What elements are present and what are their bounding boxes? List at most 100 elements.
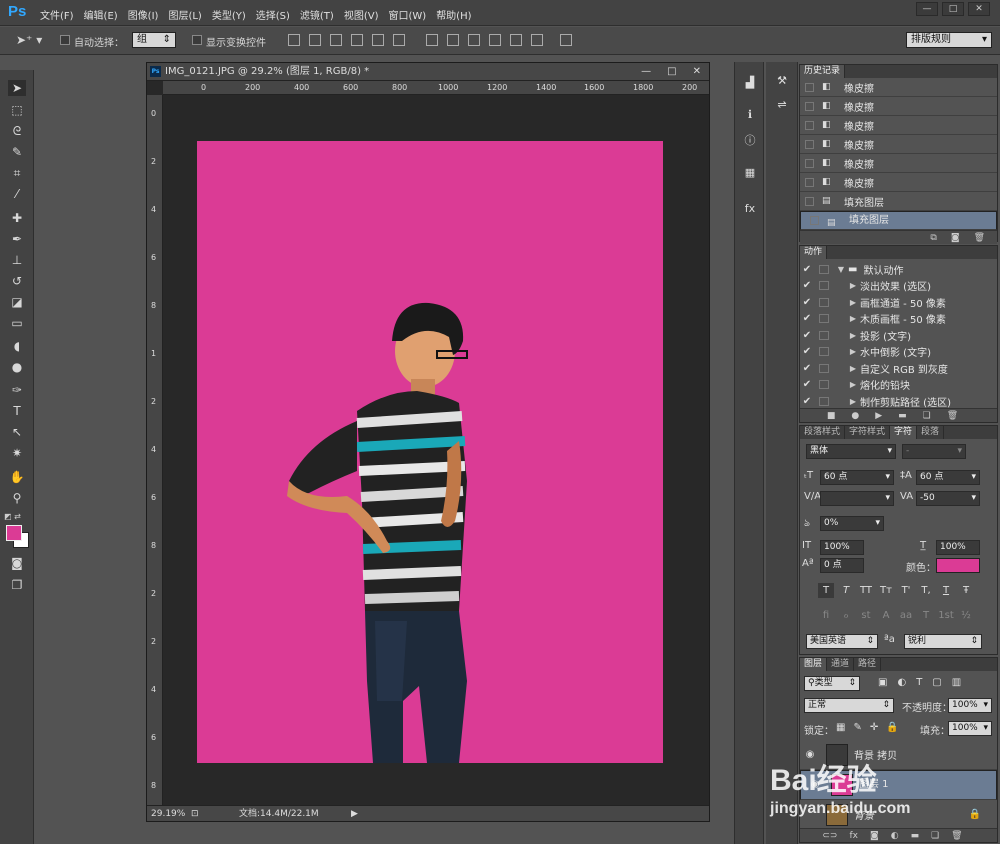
dialog-toggle[interactable] xyxy=(819,264,829,274)
history-item[interactable]: ◧ 橡皮擦 xyxy=(800,78,997,97)
lock-all-icon[interactable]: 🔒 xyxy=(886,722,898,733)
info-panel-icon[interactable]: ℹ xyxy=(742,108,758,122)
strikethrough-button[interactable]: Ŧ xyxy=(958,583,974,598)
dialog-toggle[interactable] xyxy=(819,314,829,324)
all-caps-button[interactable]: TT xyxy=(858,583,874,598)
move-tool-icon[interactable]: ➤ xyxy=(8,80,26,96)
shape-filter-icon[interactable]: ▢ xyxy=(932,677,941,688)
check-icon[interactable]: ✔ xyxy=(800,264,814,275)
dodge-tool-icon[interactable]: ● xyxy=(8,359,26,375)
action-item[interactable]: ✔ ▶ 画框通道 - 50 像素 xyxy=(800,294,997,311)
new-action-icon[interactable]: ❏ xyxy=(923,411,931,421)
auto-align-icon[interactable] xyxy=(560,34,572,46)
menu-view[interactable]: 视图(V) xyxy=(344,7,379,22)
lasso-tool-icon[interactable]: ᘓ xyxy=(8,123,26,139)
vertical-scale-field[interactable]: 100% xyxy=(820,540,864,555)
brush-presets-icon[interactable]: ⚒ xyxy=(774,74,790,88)
distribute-bottom-icon[interactable] xyxy=(468,34,480,46)
horizontal-scale-field[interactable]: 100% xyxy=(936,540,980,555)
menu-window[interactable]: 窗口(W) xyxy=(388,7,426,22)
auto-select-checkbox[interactable] xyxy=(60,35,70,48)
action-item[interactable]: ✔ ▶ 熔化的铅块 xyxy=(800,377,997,394)
dialog-toggle[interactable] xyxy=(819,297,829,307)
adjustment-layer-icon[interactable]: ◐ xyxy=(891,831,899,841)
swash-button[interactable]: A xyxy=(878,608,894,623)
custom-shape-tool-icon[interactable]: ✷ xyxy=(8,445,26,461)
check-icon[interactable]: ✔ xyxy=(800,363,814,374)
document-tab[interactable]: Ps IMG_0121.JPG @ 29.2% (图层 1, RGB/8) * … xyxy=(147,63,709,81)
new-group-icon[interactable]: ▬ xyxy=(911,831,920,841)
dialog-toggle[interactable] xyxy=(819,281,829,291)
language-dropdown[interactable]: 美国英语 ⇕ xyxy=(806,634,878,649)
history-brush-tool-icon[interactable]: ↺ xyxy=(8,273,26,289)
layer-filter-dropdown[interactable]: ⚲类型 ⇕ xyxy=(804,676,860,691)
collapsed-triangle-icon[interactable]: ▶ xyxy=(846,397,860,406)
ligatures-button[interactable]: fi xyxy=(818,608,834,623)
play-icon[interactable]: ▶ xyxy=(875,411,882,421)
align-vcenter-icon[interactable] xyxy=(309,34,321,46)
check-icon[interactable]: ✔ xyxy=(800,346,814,357)
action-item[interactable]: ✔ ▶ 投影 (文字) xyxy=(800,327,997,344)
image-canvas[interactable] xyxy=(197,141,663,763)
check-icon[interactable]: ✔ xyxy=(800,297,814,308)
discretionary-ligatures-button[interactable]: st xyxy=(858,608,874,623)
doc-close-button[interactable]: ✕ xyxy=(693,63,701,81)
zoom-level[interactable]: 29.19% xyxy=(151,806,185,822)
trash-icon[interactable]: 🗑 xyxy=(947,411,958,421)
dialog-toggle[interactable] xyxy=(819,363,829,373)
zoom-tool-icon[interactable]: ⚲ xyxy=(8,490,26,506)
minimize-button[interactable]: — xyxy=(916,2,938,16)
status-menu-arrow-icon[interactable]: ▶ xyxy=(351,806,358,822)
distribute-top-icon[interactable] xyxy=(426,34,438,46)
screen-mode-icon[interactable]: ❐ xyxy=(8,577,26,593)
action-item[interactable]: ✔ ▶ 水中倒影 (文字) xyxy=(800,344,997,361)
navigator-icon[interactable]: ⓘ xyxy=(742,132,758,147)
history-item-selected[interactable]: ▤ 填充图层 xyxy=(800,211,997,230)
maximize-button[interactable]: □ xyxy=(942,2,964,16)
font-family-dropdown[interactable]: 黑体 ▾ xyxy=(806,444,896,459)
auto-select-dropdown[interactable]: 组 ⇕ xyxy=(132,32,176,48)
baseline-shift-field[interactable]: 0 点 xyxy=(820,558,864,573)
align-hcenter-icon[interactable] xyxy=(372,34,384,46)
menu-file[interactable]: 文件(F) xyxy=(40,7,74,22)
opacity-field[interactable]: 100% ▾ xyxy=(948,698,992,713)
healing-brush-tool-icon[interactable]: ✚ xyxy=(8,210,26,226)
path-select-tool-icon[interactable]: ↖ xyxy=(8,424,26,440)
check-icon[interactable]: ✔ xyxy=(800,396,814,407)
doc-maximize-button[interactable]: □ xyxy=(667,63,676,81)
distribute-left-icon[interactable] xyxy=(489,34,501,46)
faux-bold-button[interactable]: T xyxy=(818,583,834,598)
status-preview-icon[interactable]: ⊡ xyxy=(191,806,199,822)
check-icon[interactable]: ✔ xyxy=(800,313,814,324)
blur-tool-icon[interactable]: ◖ xyxy=(8,338,26,354)
text-color-swatch[interactable] xyxy=(936,558,980,573)
pixel-filter-icon[interactable]: ▣ xyxy=(878,677,887,688)
small-caps-button[interactable]: Tт xyxy=(878,583,894,598)
workspace-dropdown[interactable]: 排版规则 ▾ xyxy=(906,32,992,48)
history-item[interactable]: ◧ 橡皮擦 xyxy=(800,135,997,154)
tab-paths[interactable]: 路径 xyxy=(854,658,882,671)
align-top-icon[interactable] xyxy=(288,34,300,46)
histogram-icon[interactable]: ▟ xyxy=(742,76,758,90)
tool-presets-icon[interactable]: ⇌ xyxy=(774,98,790,112)
close-button[interactable]: ✕ xyxy=(968,2,990,16)
menu-filter[interactable]: 滤镜(T) xyxy=(300,7,334,22)
smart-object-filter-icon[interactable]: ▥ xyxy=(952,677,961,688)
menu-image[interactable]: 图像(I) xyxy=(128,7,159,22)
gradient-tool-icon[interactable]: ▭ xyxy=(8,315,26,331)
adjustment-filter-icon[interactable]: ◐ xyxy=(897,677,906,688)
menu-type[interactable]: 类型(Y) xyxy=(212,7,246,22)
move-tool-preset-icon[interactable]: ➤⁺ ▾ xyxy=(16,33,42,47)
history-item[interactable]: ◧ 橡皮擦 xyxy=(800,97,997,116)
lock-image-icon[interactable]: ✎ xyxy=(853,722,861,733)
new-document-from-state-icon[interactable]: ⧉ xyxy=(930,233,936,243)
anti-alias-dropdown[interactable]: 锐利 ⇕ xyxy=(904,634,982,649)
pen-tool-icon[interactable]: ✑ xyxy=(8,382,26,398)
font-size-field[interactable]: 60 点 ▾ xyxy=(820,470,894,485)
tab-paragraph[interactable]: 段落 xyxy=(917,426,945,439)
fx-icon[interactable]: fx xyxy=(849,831,858,841)
type-tool-icon[interactable]: T xyxy=(8,403,26,419)
collapsed-triangle-icon[interactable]: ▶ xyxy=(846,314,860,323)
faux-italic-button[interactable]: T xyxy=(838,583,854,598)
quick-select-tool-icon[interactable]: ✎ xyxy=(8,144,26,160)
